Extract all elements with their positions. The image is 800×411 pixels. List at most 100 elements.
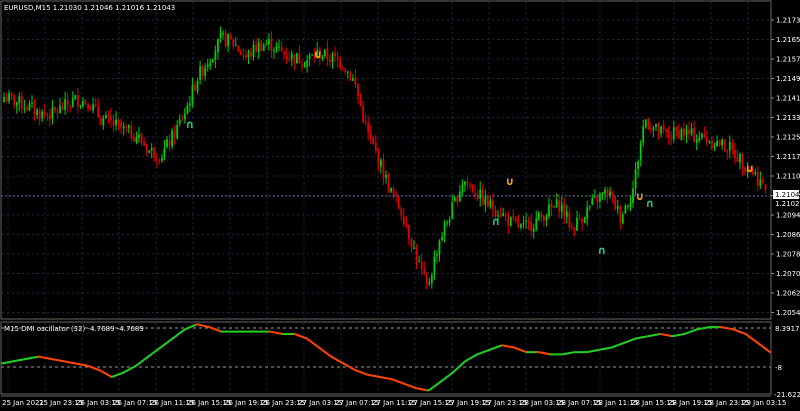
candle-body (649, 128, 652, 130)
candle-body (97, 106, 100, 118)
osc-axis-mid: -8 (775, 364, 782, 372)
candle-body (655, 123, 657, 127)
candle-body (8, 93, 10, 102)
candle-body (267, 39, 270, 45)
candle-body (601, 192, 604, 194)
candle-body (130, 126, 133, 139)
candle-body (708, 141, 711, 144)
candle-body (741, 155, 744, 168)
candle-body (535, 218, 538, 230)
osc-axis-bottom: -21.6226 (774, 391, 800, 399)
candle-body (382, 160, 385, 178)
candle-body (346, 71, 349, 73)
trading-chart[interactable]: EURUSD,M15 1.21030 1.21046 1.21016 1.210… (0, 0, 800, 411)
candle-body (390, 187, 392, 192)
candle-body (548, 204, 550, 217)
candle-body (754, 172, 757, 175)
candle-body (369, 132, 372, 138)
candle-body (420, 261, 423, 270)
candle-body (288, 59, 291, 61)
candle-body (446, 222, 449, 224)
candle-body (222, 32, 224, 35)
candle-body (634, 169, 637, 188)
candle-body (599, 193, 601, 202)
candle-body (611, 191, 614, 196)
candle-body (652, 127, 655, 131)
candle-body (469, 184, 471, 186)
candle-body (413, 247, 415, 249)
candle-body (15, 102, 18, 106)
candle-body (395, 195, 398, 197)
candle-body (74, 95, 77, 100)
candle-body (201, 66, 204, 76)
candle-body (481, 189, 484, 205)
price-axis-label: 1.20780 (776, 251, 800, 259)
price-axis-label: 1.21415 (776, 95, 800, 103)
candle-body (176, 124, 179, 139)
down-arrow-icon: ∪ (746, 162, 755, 175)
candle-body (298, 53, 301, 64)
candle-body (38, 110, 41, 120)
oscillator-segment (767, 349, 771, 354)
candle-body (606, 188, 609, 196)
candle-body (380, 159, 382, 167)
time-axis-label: 29 Jan 03:15 (742, 399, 786, 407)
candle-body (270, 38, 273, 51)
candle-body (117, 119, 120, 123)
candle-body (112, 120, 115, 126)
candle-body (13, 95, 16, 105)
candle-body (560, 204, 563, 212)
candle-body (227, 34, 230, 47)
candle-body (672, 127, 675, 140)
candle-body (41, 111, 44, 119)
candle-body (61, 105, 64, 110)
candle-body (405, 223, 408, 227)
price-axis-label: 1.21100 (776, 173, 800, 181)
candle-body (10, 92, 13, 96)
price-axis-label: 1.20545 (776, 309, 800, 317)
candle-body (408, 225, 410, 239)
candle-body (731, 143, 734, 149)
candle-body (514, 218, 517, 221)
candle-body (110, 116, 112, 121)
candle-body (492, 200, 494, 210)
candle-body (443, 223, 446, 236)
candle-body (723, 140, 726, 151)
price-pane-title: EURUSD,M15 1.21030 1.21046 1.21016 1.210… (4, 4, 175, 12)
candle-body (323, 49, 326, 56)
candle-body (563, 203, 566, 217)
candle-body (334, 53, 336, 57)
candle-body (186, 105, 189, 114)
candle-body (357, 84, 359, 97)
candle-body (713, 146, 716, 149)
candle-body (79, 105, 82, 107)
candle-body (229, 35, 232, 39)
candle-body (26, 108, 28, 110)
candle-body (588, 206, 591, 208)
candle-body (308, 55, 311, 59)
candle-body (441, 236, 443, 241)
ask-price-text: 1.21020 (775, 200, 800, 208)
candle-body (639, 142, 642, 161)
candle-body (173, 129, 176, 138)
candle-body (736, 157, 739, 162)
candle-body (303, 65, 306, 67)
candle-body (461, 184, 464, 193)
candle-body (135, 137, 138, 143)
candle-body (122, 126, 125, 128)
candle-body (637, 161, 640, 169)
candle-body (273, 50, 275, 52)
candle-body (438, 240, 441, 255)
candle-body (82, 100, 84, 107)
candle-body (262, 45, 265, 51)
candle-body (716, 141, 718, 147)
candle-body (644, 119, 647, 128)
candle-body (56, 110, 59, 113)
candle-body (362, 105, 364, 123)
candle-body (89, 108, 92, 111)
candle-body (46, 114, 49, 116)
up-arrow-icon: ∩ (186, 118, 195, 131)
candle-body (283, 51, 286, 55)
price-axis-label: 1.21255 (776, 134, 800, 142)
candle-body (5, 97, 8, 102)
